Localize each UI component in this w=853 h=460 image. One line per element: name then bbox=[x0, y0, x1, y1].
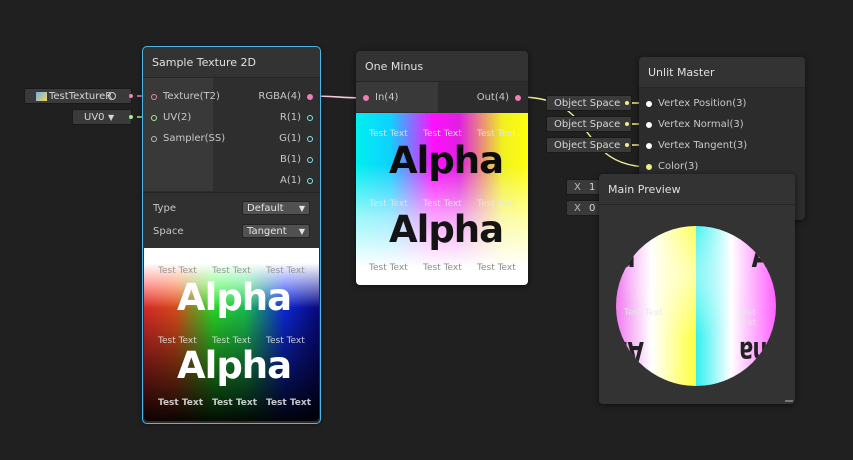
port-dot bbox=[646, 142, 652, 149]
port-dot bbox=[307, 135, 313, 142]
port-dot bbox=[363, 94, 369, 101]
texture-chip-port bbox=[129, 94, 133, 98]
type-label: Type bbox=[153, 203, 176, 214]
input-port-texture[interactable]: Texture(T2) bbox=[151, 91, 220, 102]
port-dot bbox=[307, 114, 313, 121]
preview-alpha-word: Alpha bbox=[389, 139, 504, 182]
preview-alpha-word: Alpha bbox=[389, 208, 504, 251]
space-dropdown[interactable]: Tangent ▼ bbox=[242, 224, 310, 238]
output-port-r[interactable]: R(1) bbox=[280, 112, 313, 123]
node-title: Unlit Master bbox=[639, 57, 805, 88]
chip-port bbox=[625, 101, 629, 105]
input-port-uv[interactable]: UV(2) bbox=[151, 112, 191, 123]
preview-small-text: Test Text bbox=[212, 266, 251, 276]
port-dot bbox=[307, 177, 313, 184]
preview-small-text: Test Text bbox=[266, 398, 311, 408]
preview-alpha-word: Alpha bbox=[177, 276, 292, 319]
sphere-small-text: Test Text bbox=[624, 308, 663, 318]
preview-small-text: Test Text bbox=[212, 398, 257, 408]
texture-property-chip[interactable]: TestTextureR bbox=[24, 88, 133, 104]
one-minus-preview: Test Text Test Text Test Text Alpha Test… bbox=[356, 113, 528, 285]
sphere-alpha-bottom-right: Alpha bbox=[739, 334, 776, 369]
input-port-color[interactable]: Color(3) bbox=[646, 161, 698, 172]
sphere-alpha-bottom-left: Alpha bbox=[616, 334, 644, 369]
port-dot bbox=[646, 163, 652, 170]
texture-preview: Test Text Test Text Test Text Alpha Test… bbox=[144, 248, 319, 421]
output-port-g[interactable]: G(1) bbox=[279, 133, 313, 144]
preview-small-text: Test Text bbox=[369, 129, 408, 139]
main-preview-panel[interactable]: Main Preview Alpha Alpha Test Text Test … bbox=[599, 174, 795, 404]
uv-property-chip[interactable]: UV0 ▼ bbox=[72, 109, 133, 125]
output-port-out[interactable]: Out(4) bbox=[477, 92, 521, 103]
output-port-a[interactable]: A(1) bbox=[280, 175, 313, 186]
chevron-down-icon: ▼ bbox=[298, 227, 305, 236]
uv-chip-port bbox=[129, 115, 133, 119]
space-chip-vertex-normal[interactable]: Object Space bbox=[546, 116, 632, 132]
sample-texture-2d-node[interactable]: Sample Texture 2D Texture(T2) UV(2) Samp… bbox=[142, 46, 321, 424]
output-port-rgba[interactable]: RGBA(4) bbox=[258, 91, 313, 102]
sphere-alpha-right: Alpha bbox=[751, 236, 776, 276]
port-dot bbox=[307, 93, 313, 100]
input-port-in[interactable]: In(4) bbox=[363, 92, 398, 103]
input-port-sampler[interactable]: Sampler(SS) bbox=[151, 133, 225, 144]
port-dot bbox=[646, 100, 652, 107]
preview-small-text: Test Text bbox=[423, 129, 462, 139]
object-picker-icon[interactable] bbox=[108, 92, 116, 100]
preview-small-text: Test Text bbox=[477, 129, 516, 139]
sphere-alpha-left: Alpha bbox=[616, 236, 636, 276]
space-label: Space bbox=[153, 226, 184, 237]
port-dot bbox=[151, 114, 157, 121]
output-port-b[interactable]: B(1) bbox=[280, 154, 313, 165]
sphere-small-text: Test Text bbox=[738, 308, 757, 328]
port-dot bbox=[307, 156, 313, 163]
space-chip-vertex-tangent[interactable]: Object Space bbox=[546, 137, 632, 153]
main-preview-title: Main Preview bbox=[599, 174, 795, 205]
preview-sphere[interactable]: Alpha Alpha Test Text Test Text Alpha Al… bbox=[616, 226, 776, 386]
texture-thumbnail-icon bbox=[36, 92, 47, 101]
preview-alpha-word: Alpha bbox=[177, 344, 292, 387]
chip-port bbox=[625, 143, 629, 147]
port-dot bbox=[646, 121, 652, 128]
preview-small-text: Test Text bbox=[266, 266, 305, 276]
input-port-vertex-tangent[interactable]: Vertex Tangent(3) bbox=[646, 140, 747, 151]
preview-small-text: Test Text bbox=[423, 263, 462, 273]
one-minus-node[interactable]: One Minus In(4) Out(4) Test Text Test Te… bbox=[356, 51, 528, 285]
type-dropdown[interactable]: Default ▼ bbox=[242, 201, 310, 215]
node-title: One Minus bbox=[356, 51, 528, 82]
space-chip-vertex-position[interactable]: Object Space bbox=[546, 95, 632, 111]
preview-small-text: Test Text bbox=[158, 266, 197, 276]
resize-handle[interactable] bbox=[785, 400, 793, 402]
port-dot bbox=[151, 93, 157, 100]
preview-small-text: Test Text bbox=[477, 263, 516, 273]
input-port-vertex-normal[interactable]: Vertex Normal(3) bbox=[646, 119, 744, 130]
preview-small-text: Test Text bbox=[158, 398, 203, 408]
input-port-vertex-position[interactable]: Vertex Position(3) bbox=[646, 98, 746, 109]
chevron-down-icon: ▼ bbox=[108, 113, 115, 122]
preview-small-text: Test Text bbox=[369, 263, 408, 273]
chip-port bbox=[625, 122, 629, 126]
chevron-down-icon: ▼ bbox=[298, 204, 305, 213]
port-dot bbox=[151, 135, 157, 142]
port-dot bbox=[515, 94, 521, 101]
node-title: Sample Texture 2D bbox=[143, 47, 320, 78]
